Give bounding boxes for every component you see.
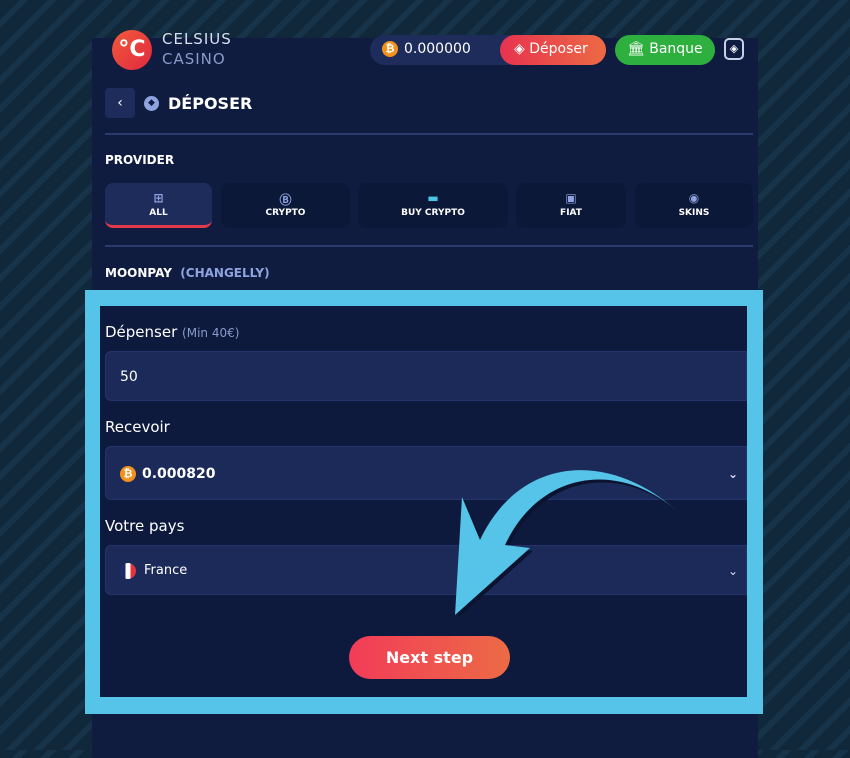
next-step-button[interactable]: Next step bbox=[349, 636, 510, 679]
